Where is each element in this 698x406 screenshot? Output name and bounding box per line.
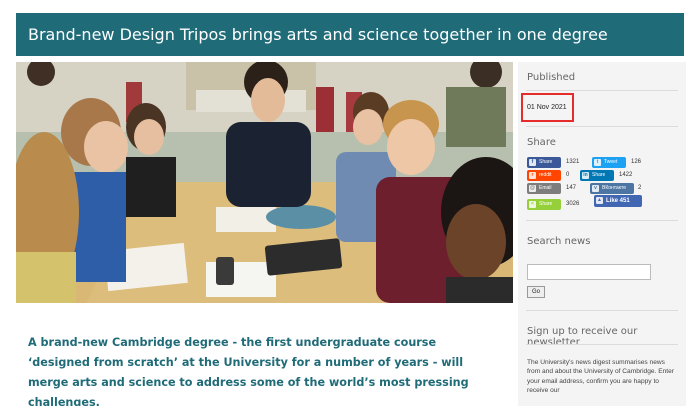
divider (526, 90, 678, 91)
facebook-icon: f (529, 159, 536, 166)
article-intro: A brand-new Cambridge degree - the first… (28, 336, 469, 406)
share-count: 1422 (619, 172, 633, 178)
divider (526, 310, 678, 311)
published-date: 01 Nov 2021 (527, 104, 567, 111)
divider (526, 344, 678, 345)
sharethis-icon: < (529, 201, 536, 208)
students-photo (16, 62, 513, 303)
vk-share-button[interactable]: v ВКонтакте (590, 183, 634, 194)
facebook-like-button[interactable]: ▲ Like 451 (594, 195, 642, 207)
vk-icon: v (592, 185, 599, 192)
reddit-icon: r (529, 172, 536, 179)
share-button-label: ВКонтакте (602, 185, 627, 191)
article-photo (16, 62, 513, 303)
search-heading: Search news (527, 236, 591, 247)
divider (526, 126, 678, 127)
article-title: Brand-new Design Tripos brings arts and … (28, 25, 608, 44)
share-count: 147 (566, 185, 577, 191)
share-button-label: Share (592, 172, 606, 178)
email-icon: @ (529, 185, 536, 192)
thumbs-up-icon: ▲ (596, 197, 603, 204)
share-button-label: Email (539, 185, 552, 191)
linkedin-share-button[interactable]: in Share (580, 170, 614, 181)
reddit-share-button[interactable]: r reddit (527, 170, 561, 181)
share-button-label: Share (539, 159, 553, 165)
like-label: Like 451 (606, 198, 630, 204)
share-count: 2 (638, 185, 642, 191)
search-go-button[interactable]: Go (527, 286, 545, 298)
sidebar: Published 01 Nov 2021 Share f Share 1321… (518, 62, 686, 406)
share-button-label: reddit (539, 172, 552, 178)
published-heading: Published (527, 72, 576, 83)
email-share-button[interactable]: @ Email (527, 183, 561, 194)
share-button-label: Tweet (604, 159, 618, 165)
sharethis-share-button[interactable]: < Share (527, 199, 561, 210)
share-count: 3026 (566, 201, 580, 207)
linkedin-icon: in (582, 172, 589, 179)
twitter-icon: t (594, 159, 601, 166)
share-count: 126 (631, 159, 642, 165)
share-heading: Share (527, 137, 556, 148)
share-button-label: Share (539, 201, 553, 207)
search-news-input[interactable] (527, 264, 651, 280)
facebook-share-button[interactable]: f Share (527, 157, 561, 168)
newsletter-description: The University's news digest summarises … (527, 359, 674, 395)
article-title-bar: Brand-new Design Tripos brings arts and … (16, 13, 684, 56)
share-count: 1321 (566, 159, 580, 165)
twitter-share-button[interactable]: t Tweet (592, 157, 626, 168)
share-count: 0 (566, 172, 570, 178)
divider (526, 220, 678, 221)
